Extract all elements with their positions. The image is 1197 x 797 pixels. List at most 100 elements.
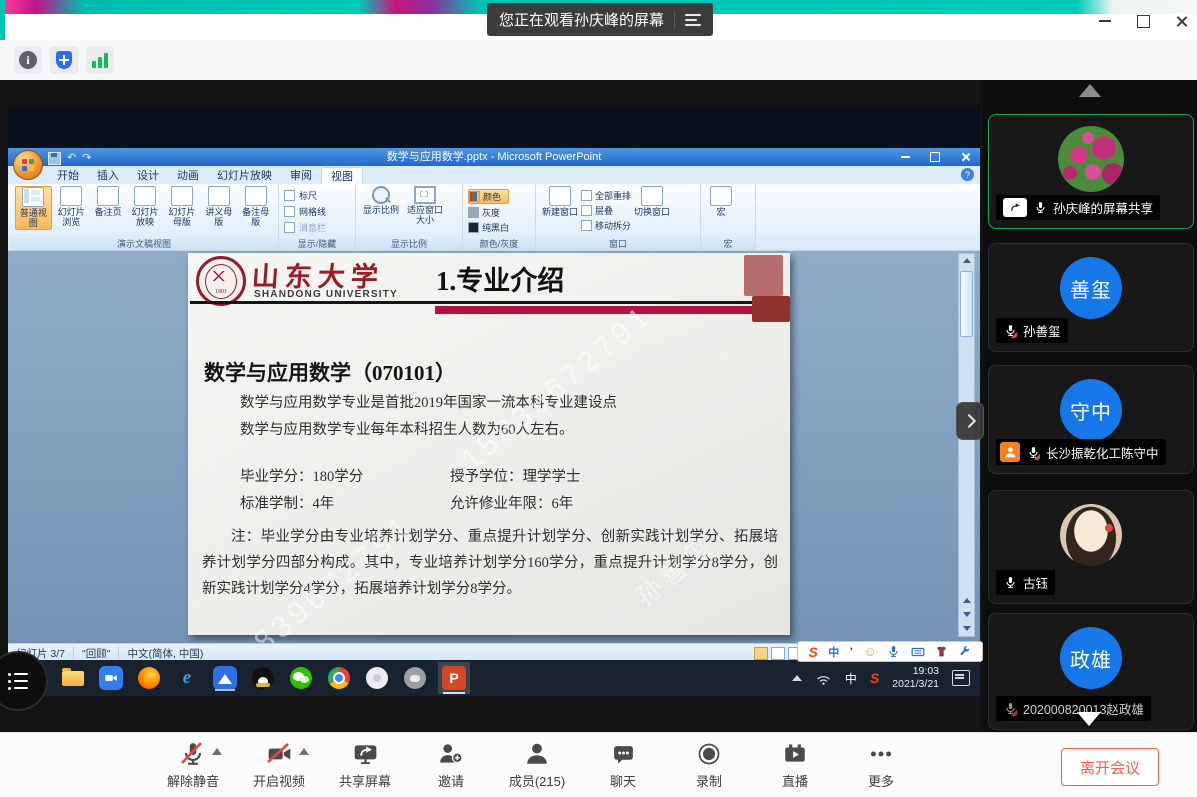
share-screen-button[interactable]: 共享屏幕: [322, 740, 408, 790]
chat-button[interactable]: 聊天: [580, 740, 666, 790]
normal-view-icon[interactable]: [754, 647, 768, 660]
avatar: 政雄: [1060, 627, 1122, 689]
redo-icon[interactable]: ↷: [82, 149, 91, 167]
action-center-icon[interactable]: [952, 670, 970, 686]
gray-app-icon[interactable]: [402, 665, 428, 691]
fit-to-window-button[interactable]: 适应窗口大小: [403, 186, 447, 226]
mic-options-caret[interactable]: [212, 748, 222, 755]
window-close-button[interactable]: [1166, 10, 1196, 32]
soft-keyboard-icon[interactable]: [911, 645, 925, 659]
file-explorer-icon[interactable]: [60, 665, 86, 691]
input-language-indicator[interactable]: 中: [845, 670, 857, 687]
powerpoint-taskbar-icon[interactable]: P: [438, 662, 470, 694]
tab-view[interactable]: 视图: [321, 167, 363, 185]
wechat-icon[interactable]: [288, 665, 314, 691]
tray-expand-icon[interactable]: [792, 675, 802, 681]
meeting-security-button[interactable]: [50, 46, 78, 74]
leave-meeting-button[interactable]: 离开会议: [1061, 748, 1159, 786]
banner-menu-icon[interactable]: [685, 14, 701, 26]
sogou-logo[interactable]: S: [808, 644, 817, 660]
wifi-icon[interactable]: [815, 670, 832, 687]
participants-scroll-down[interactable]: [1077, 712, 1101, 726]
tab-design[interactable]: 设计: [128, 167, 168, 184]
invite-button[interactable]: 邀请: [408, 740, 494, 790]
chrome-icon[interactable]: [326, 665, 352, 691]
ruler-checkbox[interactable]: 标尺: [284, 189, 326, 202]
seal-year: 1901: [205, 264, 237, 299]
participant-tile-screen-share[interactable]: 孙庆峰的屏幕共享: [988, 114, 1194, 229]
taskbar-clock[interactable]: 19:03 2021/3/21: [892, 665, 939, 691]
participant-tile[interactable]: 善玺 孙善玺: [988, 243, 1194, 352]
scroll-down-button[interactable]: [960, 622, 973, 635]
notes-page-button[interactable]: 备注页: [91, 186, 126, 217]
scroll-up-button[interactable]: [960, 254, 973, 267]
more-button[interactable]: 更多: [838, 740, 924, 790]
emoji-icon[interactable]: ☺: [863, 644, 876, 659]
live-stream-button[interactable]: 直播: [752, 740, 838, 790]
internet-explorer-icon[interactable]: e: [174, 665, 200, 691]
ppt-minimize-button[interactable]: [898, 150, 912, 164]
window-minimize-button[interactable]: [1090, 10, 1120, 32]
participant-tile[interactable]: 古钰: [988, 490, 1194, 604]
previous-slide-button[interactable]: [960, 594, 973, 607]
tab-home[interactable]: 开始: [48, 167, 88, 184]
sorter-view-icon[interactable]: [771, 647, 785, 660]
members-button[interactable]: 成员(215): [494, 740, 580, 790]
arrange-all-button[interactable]: 全部重排: [581, 189, 631, 202]
slide-master-button[interactable]: 幻灯片母版: [164, 186, 199, 228]
tab-insert[interactable]: 插入: [88, 167, 128, 184]
qq-icon[interactable]: [250, 665, 276, 691]
settings-wrench-icon[interactable]: [958, 645, 971, 658]
quick-access-toolbar[interactable]: ↶ ↷: [48, 149, 91, 167]
gridlines-checkbox[interactable]: 网格线: [284, 205, 326, 218]
network-quality-button[interactable]: [86, 46, 114, 74]
macro-button[interactable]: 宏: [706, 186, 736, 217]
participant-tile[interactable]: 守中 长沙振乾化工陈守中: [988, 365, 1194, 474]
skin-icon[interactable]: [935, 645, 948, 658]
help-icon[interactable]: ?: [961, 168, 974, 181]
meeting-info-button[interactable]: i: [14, 46, 42, 74]
cascade-button[interactable]: 层叠: [581, 204, 631, 217]
participants-scroll-up[interactable]: [1079, 84, 1101, 97]
handout-master-button[interactable]: 讲义母版: [201, 186, 236, 228]
tab-review[interactable]: 审阅: [281, 167, 321, 184]
next-slide-button[interactable]: [960, 608, 973, 621]
video-options-caret[interactable]: [299, 748, 309, 755]
slideshow-button[interactable]: 幻灯片放映: [128, 186, 163, 228]
color-mode-button[interactable]: 颜色: [468, 189, 509, 204]
black-white-button[interactable]: 纯黑白: [468, 221, 509, 234]
unmute-button[interactable]: 解除静音: [150, 740, 236, 790]
record-button[interactable]: 录制: [666, 740, 752, 790]
scrollbar-thumb[interactable]: [960, 271, 973, 337]
ime-mode-chinese[interactable]: 中: [828, 644, 839, 660]
voice-input-icon[interactable]: [887, 645, 900, 658]
start-video-button[interactable]: 开启视频: [236, 740, 322, 790]
zoom-button[interactable]: 显示比例: [361, 186, 401, 215]
slide-sorter-button[interactable]: 幻灯片浏览: [54, 186, 89, 228]
sidebar-collapse-button[interactable]: [956, 402, 984, 440]
tab-slideshow[interactable]: 幻灯片放映: [208, 167, 281, 184]
sogou-tray-icon[interactable]: S: [870, 670, 879, 686]
new-window-button[interactable]: 新建窗口: [541, 186, 579, 217]
meeting-app-icon[interactable]: [212, 665, 238, 691]
move-split-button[interactable]: 移动拆分: [581, 219, 631, 232]
flower-app-icon[interactable]: [364, 665, 390, 691]
tab-animations[interactable]: 动画: [168, 167, 208, 184]
ppt-restore-button[interactable]: [928, 150, 942, 164]
ppt-close-button[interactable]: [958, 150, 972, 164]
switch-windows-button[interactable]: 切换窗口: [633, 186, 671, 217]
grayscale-button[interactable]: 灰度: [468, 206, 509, 219]
normal-view-button[interactable]: 普通视图: [15, 186, 52, 230]
firefox-icon[interactable]: [136, 665, 162, 691]
undo-icon[interactable]: ↶: [67, 149, 76, 167]
person-badge-icon: [1000, 442, 1020, 462]
ime-punctuation[interactable]: ’: [850, 645, 853, 659]
window-maximize-button[interactable]: [1128, 10, 1158, 32]
view-shortcut-buttons[interactable]: [754, 647, 802, 660]
office-button[interactable]: [13, 150, 43, 180]
save-icon[interactable]: [48, 152, 61, 165]
vertical-scrollbar[interactable]: [958, 253, 975, 637]
video-app-icon[interactable]: [98, 665, 124, 691]
sogou-ime-bar[interactable]: S 中 ’ ☺: [797, 641, 983, 662]
notes-master-button[interactable]: 备注母版: [238, 186, 273, 228]
